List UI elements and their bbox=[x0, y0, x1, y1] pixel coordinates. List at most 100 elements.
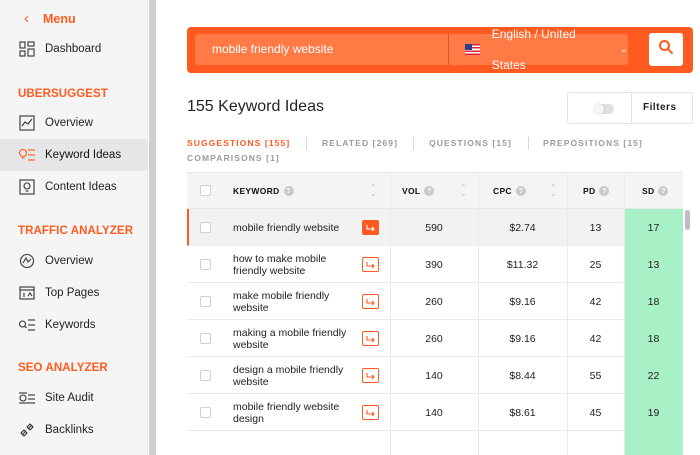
open-keyword-button[interactable] bbox=[362, 257, 379, 272]
filters-toggle[interactable] bbox=[594, 104, 614, 114]
tab-questions[interactable]: QUESTIONS [15] bbox=[429, 138, 512, 148]
menu-back-button[interactable]: ‹ Menu bbox=[24, 10, 76, 27]
open-keyword-button[interactable] bbox=[362, 220, 379, 235]
column-header-label: SD bbox=[642, 186, 655, 196]
keyword-cell: mobile friendly website design bbox=[233, 400, 340, 425]
site-audit-icon bbox=[18, 389, 36, 407]
sidebar-item-label: Overview bbox=[45, 255, 93, 267]
language-select[interactable]: English / United States ⌄ bbox=[465, 27, 628, 72]
sidebar-item-label: Keywords bbox=[45, 319, 96, 331]
section-title-traffic-analyzer: TRAFFIC ANALYZER bbox=[18, 225, 134, 237]
sidebar-item-label: Site Audit bbox=[45, 392, 94, 404]
pd-cell: 55 bbox=[589, 369, 602, 382]
sidebar-item-label: Overview bbox=[45, 117, 93, 129]
divider bbox=[390, 172, 391, 455]
sd-cell: 18 bbox=[624, 283, 683, 320]
sidebar-item-label: Dashboard bbox=[45, 43, 102, 55]
sidebar-item-keywords[interactable]: Keywords bbox=[0, 309, 148, 341]
sidebar-item-backlinks[interactable]: Backlinks bbox=[0, 414, 148, 446]
column-header-sd[interactable]: SD ? bbox=[642, 173, 669, 209]
filters-label: Filters bbox=[643, 102, 677, 113]
help-icon[interactable]: ? bbox=[283, 186, 294, 196]
filters-button[interactable]: Filters bbox=[567, 92, 693, 124]
help-icon[interactable]: ? bbox=[658, 186, 669, 196]
language-label: English / United States bbox=[491, 26, 576, 72]
table-row[interactable] bbox=[187, 431, 683, 455]
row-checkbox[interactable] bbox=[200, 407, 211, 418]
sort-icon[interactable]: ⌃ ⌄ bbox=[370, 184, 377, 198]
search-button[interactable] bbox=[649, 33, 683, 66]
divider bbox=[448, 34, 449, 65]
sidebar-item-site-audit[interactable]: Site Audit bbox=[0, 382, 148, 414]
row-checkbox[interactable] bbox=[200, 259, 211, 270]
sd-cell: 17 bbox=[624, 209, 683, 246]
sidebar-item-overview[interactable]: Overview bbox=[0, 107, 148, 139]
sidebar-item-label: Backlinks bbox=[45, 424, 94, 436]
tab-prepositions[interactable]: PREPOSITIONS [15] bbox=[543, 138, 643, 148]
column-header-pd[interactable]: PD ? bbox=[583, 173, 610, 209]
search-bar: mobile friendly website English / United… bbox=[187, 27, 693, 73]
divider bbox=[413, 137, 414, 150]
row-checkbox[interactable] bbox=[200, 222, 211, 233]
menu-label: Menu bbox=[43, 11, 76, 26]
column-header-label: VOL bbox=[402, 186, 421, 196]
tab-suggestions[interactable]: SUGGESTIONS [155] bbox=[187, 138, 290, 148]
open-keyword-button[interactable] bbox=[362, 368, 379, 383]
traffic-overview-icon bbox=[18, 252, 36, 270]
column-header-vol[interactable]: VOL ? bbox=[402, 173, 435, 209]
content-ideas-icon bbox=[18, 178, 36, 196]
column-header-cpc[interactable]: CPC ? bbox=[493, 173, 526, 209]
table-row[interactable]: how to make mobile friendly website 390 … bbox=[187, 246, 683, 283]
table-row[interactable]: mobile friendly website 590 $2.74 13 17 bbox=[187, 209, 683, 246]
keyword-cell: make mobile friendly website bbox=[233, 289, 330, 314]
sidebar-item-dashboard[interactable]: Dashboard bbox=[0, 33, 148, 65]
pd-cell: 42 bbox=[589, 295, 602, 308]
table-row[interactable]: mobile friendly website design 140 $8.61… bbox=[187, 394, 683, 431]
top-pages-icon bbox=[18, 284, 36, 302]
sidebar: ‹ Menu Dashboard UBERSUGGEST Overview Ke… bbox=[0, 0, 148, 455]
sd-cell: 13 bbox=[624, 246, 683, 283]
chevron-down-icon: ⌄ bbox=[619, 44, 628, 55]
sort-icon[interactable]: ⌃ ⌄ bbox=[550, 184, 557, 198]
open-keyword-button[interactable] bbox=[362, 331, 379, 346]
sidebar-item-content-ideas[interactable]: Content Ideas bbox=[0, 171, 148, 203]
sidebar-item-label: Content Ideas bbox=[45, 181, 117, 193]
row-checkbox[interactable] bbox=[200, 333, 211, 344]
vol-cell: 390 bbox=[425, 258, 443, 271]
us-flag-icon bbox=[465, 44, 480, 55]
help-icon[interactable]: ? bbox=[515, 186, 526, 196]
help-icon[interactable]: ? bbox=[599, 186, 610, 196]
page-title: 155 Keyword Ideas bbox=[187, 98, 324, 115]
search-input[interactable]: mobile friendly website English / United… bbox=[195, 27, 628, 72]
help-icon[interactable]: ? bbox=[424, 186, 435, 196]
column-header-label: PD bbox=[583, 186, 596, 196]
sidebar-item-keyword-ideas[interactable]: Keyword Ideas bbox=[0, 139, 148, 171]
table-row[interactable]: design a mobile friendly website 140 $8.… bbox=[187, 357, 683, 394]
backlinks-icon bbox=[18, 421, 36, 439]
open-keyword-button[interactable] bbox=[362, 405, 379, 420]
scrollbar-thumb[interactable] bbox=[685, 210, 690, 230]
sort-icon[interactable]: ⌃ ⌄ bbox=[460, 184, 467, 198]
column-header-keyword[interactable]: KEYWORD ? bbox=[233, 173, 294, 209]
sidebar-item-traffic-overview[interactable]: Overview bbox=[0, 245, 148, 277]
tab-related[interactable]: RELATED [269] bbox=[322, 138, 398, 148]
sidebar-item-top-pages[interactable]: Top Pages bbox=[0, 277, 148, 309]
vol-cell: 260 bbox=[425, 332, 443, 345]
divider bbox=[306, 137, 307, 150]
table-scrollbar[interactable] bbox=[685, 210, 690, 455]
row-checkbox[interactable] bbox=[200, 296, 211, 307]
open-keyword-button[interactable] bbox=[362, 294, 379, 309]
chevron-left-icon: ‹ bbox=[24, 10, 29, 27]
tab-comparisons[interactable]: COMPARISONS [1] bbox=[187, 153, 280, 163]
column-header-label: KEYWORD bbox=[233, 186, 280, 196]
row-checkbox[interactable] bbox=[200, 370, 211, 381]
cpc-cell: $9.16 bbox=[509, 295, 536, 308]
sidebar-scrollbar[interactable] bbox=[149, 0, 156, 455]
keyword-cell: how to make mobile friendly website bbox=[233, 252, 327, 277]
cpc-cell: $11.32 bbox=[506, 258, 539, 271]
table-row[interactable]: making a mobile friendly website 260 $9.… bbox=[187, 320, 683, 357]
table-row[interactable]: make mobile friendly website 260 $9.16 4… bbox=[187, 283, 683, 320]
vol-cell: 590 bbox=[425, 221, 443, 234]
select-all-checkbox[interactable] bbox=[200, 185, 211, 196]
section-title-seo-analyzer: SEO ANALYZER bbox=[18, 362, 108, 374]
